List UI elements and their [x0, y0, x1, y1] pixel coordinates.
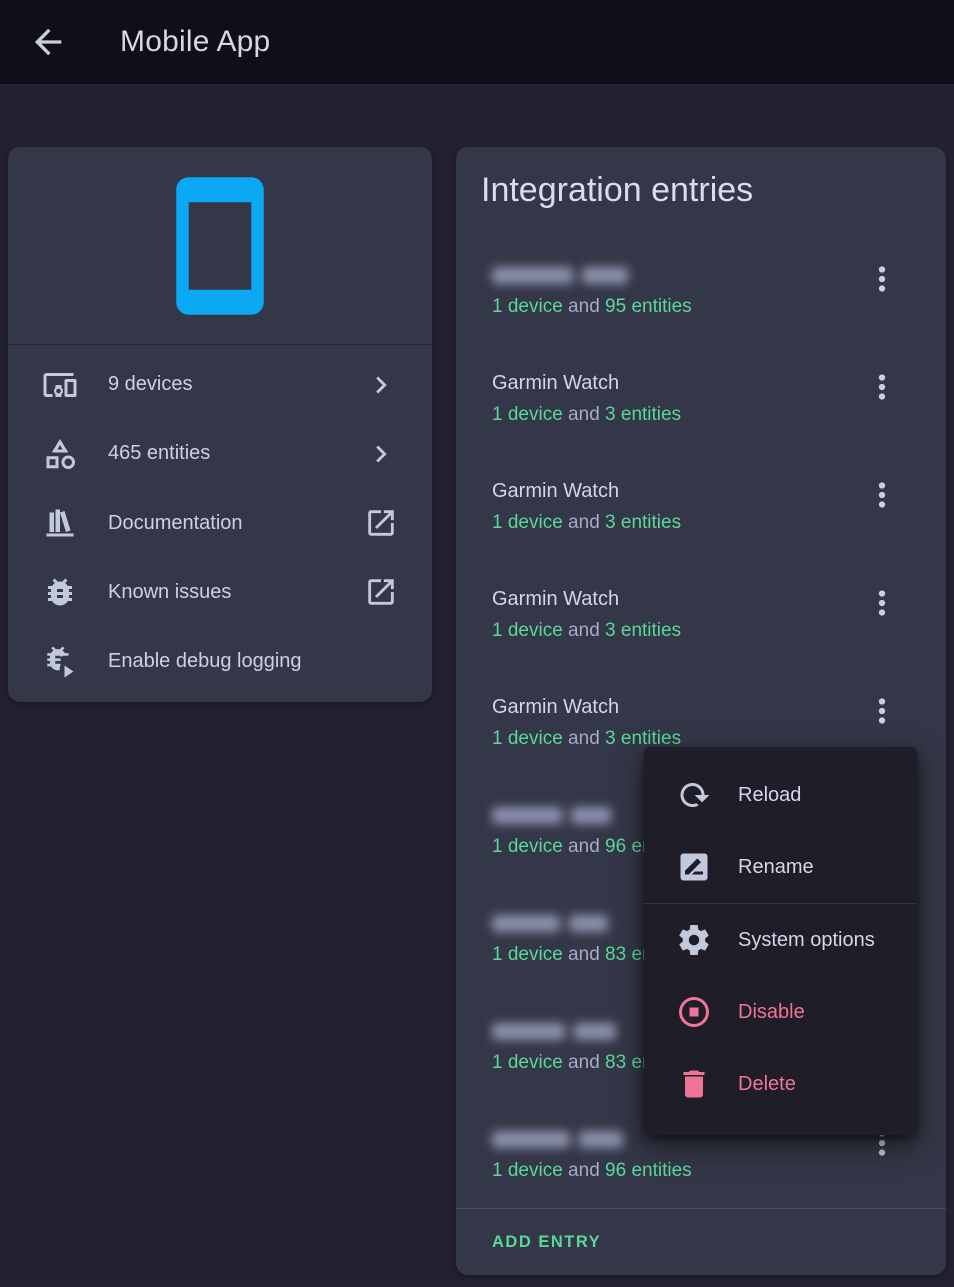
info-row-label: Documentation [108, 512, 364, 535]
kebab-menu-button[interactable] [860, 689, 904, 733]
info-row-label: 9 devices [108, 373, 364, 396]
bug-icon [42, 574, 78, 610]
kebab-menu-button[interactable] [860, 257, 904, 301]
menu-item-label: Disable [738, 1001, 805, 1024]
stop-circle-icon [676, 994, 712, 1030]
cog-icon [676, 922, 712, 958]
integration-entry: Garmin Watch 1 device and 3 entities [456, 463, 946, 571]
app-header: Mobile App [0, 0, 954, 84]
info-row-465-entities[interactable]: 465 entities [8, 419, 432, 488]
back-button[interactable] [24, 18, 72, 66]
entries-card-title: Integration entries [481, 171, 753, 210]
menu-item-label: Delete [738, 1073, 796, 1096]
cellphone-icon [145, 171, 295, 321]
info-rows: 9 devices 465 entities Documentation Kno… [8, 346, 432, 702]
devices-icon [42, 367, 78, 403]
entities-link[interactable]: 3 entities [605, 404, 681, 425]
add-entry-button[interactable]: ADD ENTRY [492, 1233, 601, 1252]
devices-link[interactable]: 1 device [492, 1052, 563, 1073]
info-row-label: 465 entities [108, 442, 364, 465]
entry-subtitle: 1 device and 96 entities [492, 1159, 856, 1182]
devices-link[interactable]: 1 device [492, 404, 563, 425]
devices-link[interactable]: 1 device [492, 620, 563, 641]
rename-box-icon [676, 849, 712, 885]
entities-link[interactable]: 96 entities [605, 1160, 692, 1181]
entities-link[interactable]: 3 entities [605, 620, 681, 641]
library-icon [42, 505, 78, 541]
menu-item-rename[interactable]: Rename [644, 831, 917, 903]
integration-hero [8, 147, 432, 345]
info-row-9-devices[interactable]: 9 devices [8, 350, 432, 419]
shapes-icon [42, 436, 78, 472]
kebab-menu-button[interactable] [860, 473, 904, 517]
entry-name-redacted [492, 263, 856, 287]
info-row-documentation[interactable]: Documentation [8, 488, 432, 557]
devices-link[interactable]: 1 device [492, 296, 563, 317]
integration-entry: Garmin Watch 1 device and 3 entities [456, 571, 946, 679]
open-in-new-icon [364, 575, 398, 609]
entities-link[interactable]: 95 entities [605, 296, 692, 317]
entry-name: Garmin Watch [492, 587, 856, 611]
integration-entry: 1 device and 95 entities [456, 247, 946, 355]
dots-vertical-icon [863, 584, 901, 622]
chevron-right-icon [364, 437, 398, 471]
page-title: Mobile App [120, 25, 270, 59]
menu-item-disable[interactable]: Disable [644, 976, 917, 1048]
arrow-left-icon [28, 22, 68, 62]
kebab-menu-button[interactable] [860, 365, 904, 409]
devices-link[interactable]: 1 device [492, 1160, 563, 1181]
entities-link[interactable]: 3 entities [605, 512, 681, 533]
kebab-menu-button[interactable] [860, 581, 904, 625]
devices-link[interactable]: 1 device [492, 944, 563, 965]
menu-item-label: System options [738, 929, 875, 952]
menu-item-reload[interactable]: Reload [644, 759, 917, 831]
entry-name: Garmin Watch [492, 371, 856, 395]
dots-vertical-icon [863, 476, 901, 514]
dots-vertical-icon [863, 692, 901, 730]
devices-link[interactable]: 1 device [492, 728, 563, 749]
info-row-enable-debug-logging[interactable]: Enable debug logging [8, 627, 432, 696]
entry-subtitle: 1 device and 95 entities [492, 295, 856, 318]
entry-subtitle: 1 device and 3 entities [492, 619, 856, 642]
menu-item-delete[interactable]: Delete [644, 1048, 917, 1120]
open-in-new-icon [364, 506, 398, 540]
dots-vertical-icon [863, 368, 901, 406]
entry-subtitle: 1 device and 3 entities [492, 511, 856, 534]
delete-icon [676, 1066, 712, 1102]
entities-link[interactable]: 3 entities [605, 728, 681, 749]
dots-vertical-icon [863, 260, 901, 298]
menu-item-label: Rename [738, 856, 814, 879]
entry-name: Garmin Watch [492, 695, 856, 719]
entry-context-menu: Reload Rename System options Disable Del… [644, 747, 917, 1135]
devices-link[interactable]: 1 device [492, 836, 563, 857]
info-row-label: Known issues [108, 581, 364, 604]
integration-info-card: 9 devices 465 entities Documentation Kno… [8, 147, 432, 702]
footer-divider [456, 1208, 946, 1209]
info-row-label: Enable debug logging [108, 650, 398, 673]
menu-item-system-options[interactable]: System options [644, 904, 917, 976]
chevron-right-icon [364, 368, 398, 402]
menu-item-label: Reload [738, 784, 801, 807]
entry-name: Garmin Watch [492, 479, 856, 503]
entry-subtitle: 1 device and 3 entities [492, 403, 856, 426]
reload-icon [676, 777, 712, 813]
devices-link[interactable]: 1 device [492, 512, 563, 533]
info-row-known-issues[interactable]: Known issues [8, 558, 432, 627]
integration-entry: Garmin Watch 1 device and 3 entities [456, 355, 946, 463]
bug-play-icon [42, 643, 78, 679]
